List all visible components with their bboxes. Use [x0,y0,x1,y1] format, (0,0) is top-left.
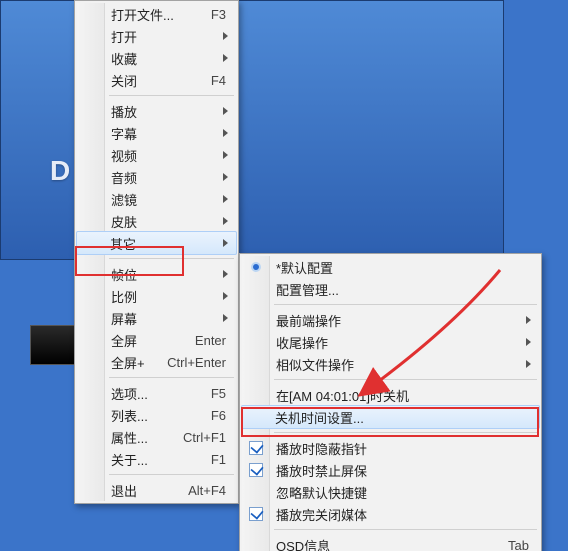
menu-item-label: 属性... [111,428,148,447]
menu-item-皮肤[interactable]: 皮肤 [77,210,236,232]
menu-item-label: 打开文件... [111,5,174,24]
menu-item-退出[interactable]: 退出 Alt+F4 [77,479,236,501]
menu-item-打开[interactable]: 打开 [77,25,236,47]
menu-item-label: 全屏+ [111,353,145,372]
checkbox-mark-icon [249,463,263,477]
radio-dot-icon [253,264,259,270]
menu-item-label: 比例 [111,287,137,306]
menu-item-hotkey: Ctrl+Enter [167,355,226,370]
menu-item-屏幕[interactable]: 屏幕 [77,307,236,329]
menu-item-收藏[interactable]: 收藏 [77,47,236,69]
menu-item-label: 关于... [111,450,148,469]
menu-item-label: 收藏 [111,49,137,68]
menu-item-比例[interactable]: 比例 [77,285,236,307]
menu-item-收尾操作[interactable]: 收尾操作 [242,331,539,353]
context-menu-main[interactable]: 打开文件... F3 打开收藏关闭 F4 播放字幕视频音频滤镜皮肤其它帧位比例屏幕全屏 E… [74,0,239,504]
menu-item-配置管理[interactable]: 配置管理... [242,278,539,300]
context-menu-other[interactable]: *默认配置配置管理... 最前端操作收尾操作相似文件操作在[AM 04:01:01… [239,253,542,551]
radio-selected-icon [246,257,266,277]
menu-separator [274,304,537,305]
menu-item-帧位[interactable]: 帧位 [77,263,236,285]
menu-item-label: 选项... [111,384,148,403]
menu-item-label: 收尾操作 [276,333,328,352]
menu-item-label: 关机时间设置... [275,408,364,427]
menu-item-hotkey: F6 [211,408,226,423]
menu-item-hotkey: F4 [211,73,226,88]
menu-item-播放完关闭媒体[interactable]: 播放完关闭媒体 [242,503,539,525]
menu-item-关机时间设置[interactable]: 关机时间设置... [241,405,540,429]
menu-item-label: 退出 [111,481,137,500]
checkbox-icon [246,460,266,480]
menu-item-关于[interactable]: 关于... F1 [77,448,236,470]
menu-item-label: 播放完关闭媒体 [276,505,367,524]
menu-item-hotkey: F5 [211,386,226,401]
menu-item-label: *默认配置 [276,258,333,277]
menu-item-hotkey: F1 [211,452,226,467]
menu-item-相似文件操作[interactable]: 相似文件操作 [242,353,539,375]
menu-item-属性[interactable]: 属性... Ctrl+F1 [77,426,236,448]
menu-item-视频[interactable]: 视频 [77,144,236,166]
menu-item-全屏[interactable]: 全屏+ Ctrl+Enter [77,351,236,373]
menu-item-hotkey: Tab [508,538,529,551]
menu-item-关闭[interactable]: 关闭 F4 [77,69,236,91]
menu-item-label: 屏幕 [111,309,137,328]
menu-item-label: 播放时隐蔽指针 [276,439,367,458]
menu-separator [274,432,537,433]
menu-item-label: 全屏 [111,331,137,350]
menu-item-label: 滤镜 [111,190,137,209]
checkbox-mark-icon [249,441,263,455]
menu-item-label: 音频 [111,168,137,187]
menu-item-选项[interactable]: 选项... F5 [77,382,236,404]
menu-item-其它[interactable]: 其它 [76,231,237,255]
menu-separator [109,258,234,259]
menu-item-hotkey: Enter [195,333,226,348]
menu-separator [109,95,234,96]
menu-item-label: 打开 [111,27,137,46]
menu-item-hotkey: F3 [211,7,226,22]
menu-item-在-am-04-01-01-时关机[interactable]: 在[AM 04:01:01]时关机 [242,384,539,406]
menu-item-label: 相似文件操作 [276,355,354,374]
menu-item-音频[interactable]: 音频 [77,166,236,188]
menu-item-osd信息[interactable]: OSD信息 Tab [242,534,539,551]
menu-item-打开文件[interactable]: 打开文件... F3 [77,3,236,25]
menu-item-label: 在[AM 04:01:01]时关机 [276,386,409,405]
menu-item-label: 字幕 [111,124,137,143]
menu-item-全屏[interactable]: 全屏 Enter [77,329,236,351]
menu-item-播放时隐蔽指针[interactable]: 播放时隐蔽指针 [242,437,539,459]
menu-item-label: 帧位 [111,265,137,284]
menu-item-字幕[interactable]: 字幕 [77,122,236,144]
desktop-background: D 打开文件...F3打开收藏关闭F4播放字幕视频音频滤镜皮肤其它帧位比例屏幕全… [0,0,568,551]
menu-item-播放[interactable]: 播放 [77,100,236,122]
menu-item-label: 忽略默认快捷键 [276,483,367,502]
checkbox-icon [246,504,266,524]
menu-item-label: 视频 [111,146,137,165]
menu-separator [109,377,234,378]
menu-item-label: 关闭 [111,71,137,90]
menu-item-播放时禁止屏保[interactable]: 播放时禁止屏保 [242,459,539,481]
menu-item-忽略默认快捷键[interactable]: 忽略默认快捷键 [242,481,539,503]
menu-item-默认配置[interactable]: *默认配置 [242,256,539,278]
menu-item-hotkey: Ctrl+F1 [183,430,226,445]
menu-item-label: 列表... [111,406,148,425]
app-logo-letter: D [50,155,70,187]
menu-item-label: 播放时禁止屏保 [276,461,367,480]
menu-item-label: 播放 [111,102,137,121]
menu-item-label: 其它 [110,234,136,253]
menu-item-列表[interactable]: 列表... F6 [77,404,236,426]
menu-separator [274,379,537,380]
menu-item-滤镜[interactable]: 滤镜 [77,188,236,210]
menu-item-label: 最前端操作 [276,311,341,330]
menu-separator [274,529,537,530]
menu-separator [109,474,234,475]
menu-item-最前端操作[interactable]: 最前端操作 [242,309,539,331]
menu-item-hotkey: Alt+F4 [188,483,226,498]
menu-item-label: OSD信息 [276,536,330,551]
menu-item-label: 皮肤 [111,212,137,231]
checkbox-mark-icon [249,507,263,521]
checkbox-icon [246,438,266,458]
menu-item-label: 配置管理... [276,280,339,299]
